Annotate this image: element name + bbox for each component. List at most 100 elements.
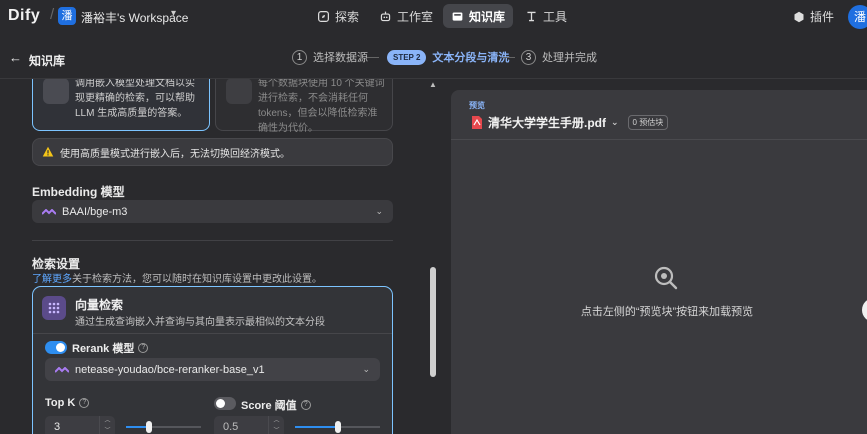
warning-text: 使用高质量模式进行嵌入后，无法切换回经济模式。 [60,148,290,160]
pdf-file-icon [472,116,482,129]
high-quality-option[interactable]: 调用嵌入模型处理文档以实现更精确的检索，可以帮助 LLM 生成高质量的答案。 [32,79,210,131]
file-name: 清华大学学生手册.pdf [488,116,606,130]
chevron-down-icon: ⌄ [362,363,370,374]
step-2-label: 文本分段与清洗 [432,52,510,64]
high-quality-desc: 调用嵌入模型处理文档以实现更精确的检索，可以帮助 LLM 生成高质量的答案。 [75,79,195,119]
learn-more-link[interactable]: 了解更多 [32,274,72,285]
stepper-arrows[interactable]: ︿ ﹀ [99,416,115,434]
topk-label-text: Top K [45,397,76,409]
nav-tools-label: 工具 [543,9,568,24]
help-icon[interactable]: ? [138,343,149,353]
nav-tools[interactable]: 工具 [517,4,575,28]
step-header: ← 知识库 1 选择数据源 STEP 2 文本分段与清洗 3 处理并完成 [0,33,867,79]
step-3-number: 3 [521,49,536,65]
chevron-down-icon: ⌄ [375,205,383,216]
warning-icon [42,146,54,157]
score-toggle[interactable] [214,397,236,410]
vector-search-card[interactable]: 向量检索 通过生成查询嵌入并查询与其向量表示最相似的文本分段 Rerank 模型… [32,286,393,434]
rerank-toggle[interactable] [45,341,67,354]
economy-option[interactable]: 每个数据块使用 10 个关键词进行检索，不会消耗任何 tokens，但会以降低检… [215,79,393,134]
plugin-button[interactable]: 插件 [793,8,834,25]
retrieval-desc-text: 关于检索方法，您可以随时在知识库设置中更改此设置。 [72,274,322,285]
vector-search-title: 向量检索 [75,298,124,312]
step-3: 3 处理并完成 [521,49,597,65]
high-quality-icon [43,79,69,104]
nav-explore[interactable]: 探索 [309,4,367,28]
compass-icon [318,10,329,22]
score-slider[interactable] [295,421,380,433]
slider-fill [295,426,338,428]
slider-thumb[interactable] [145,421,152,433]
search-icon [654,266,678,290]
step-divider [367,57,379,58]
economy-icon [226,79,252,104]
robot-icon [380,11,391,21]
retrieval-desc: 了解更多关于检索方法，您可以随时在知识库设置中更改此设置。 [32,270,322,285]
topk-label: Top K ? [45,397,90,409]
vector-search-header: 向量检索 通过生成查询嵌入并查询与其向量表示最相似的文本分段 [33,287,392,334]
scrollbar[interactable] [428,79,438,434]
embedding-label: Embedding 模型 [32,185,125,199]
model-provider-icon [42,208,56,215]
toggle-knob [56,343,65,352]
workspace-avatar[interactable]: 潘 [58,7,76,25]
settings-panel: 调用嵌入模型处理文档以实现更精确的检索，可以帮助 LLM 生成高质量的答案。 每… [0,79,422,434]
chevron-down-icon: ⌄ [611,117,619,127]
toggle-knob [216,399,225,408]
topk-slider[interactable] [126,421,201,433]
step-1-label: 选择数据源 [313,52,368,64]
nav-knowledge[interactable]: 知识库 [443,4,514,28]
step-1-number: 1 [292,49,307,65]
step-2-pill: STEP 2 [387,49,427,65]
step-1: 1 选择数据源 [292,49,368,65]
economy-desc: 每个数据块使用 10 个关键词进行检索，不会消耗任何 tokens，但会以降低检… [258,79,385,134]
preview-header: 预览 清华大学学生手册.pdf ⌄ 0 预估块 [451,90,867,140]
dify-logo[interactable]: Dify [8,7,40,25]
cube-icon [794,11,804,22]
vector-search-subtitle: 通过生成查询嵌入并查询与其向量表示最相似的文本分段 [75,317,325,328]
nav-explore-label: 探索 [335,9,360,24]
preview-label: 预览 [469,101,485,110]
plugin-label: 插件 [810,10,835,24]
rerank-model-value: netease-youdao/bce-reranker-base_v1 [75,363,265,376]
score-label: Score 阈值 ? [241,397,311,413]
step-2: STEP 2 文本分段与清洗 [387,49,509,65]
help-icon[interactable]: ? [79,398,90,408]
breadcrumb-separator: / [50,6,55,23]
help-icon[interactable]: ? [300,400,311,410]
stepper-arrows[interactable]: ︿ ﹀ [268,416,284,434]
preview-panel: 预览 清华大学学生手册.pdf ⌄ 0 预估块 点击左侧的“预览块”按钮来加载预… [451,90,867,434]
topk-input[interactable]: 3 ︿ ﹀ [45,416,115,434]
nav-knowledge-label: 知识库 [469,9,506,24]
nav-studio[interactable]: 工作室 [371,4,441,28]
chevron-down-icon[interactable]: ▾ [171,8,176,19]
top-navbar: Dify / 潘 潘裕丰's Workspace ▾ 探索 工作室 知识库 工具… [0,0,867,33]
user-avatar[interactable]: 潘 [848,5,867,29]
warning-banner: 使用高质量模式进行嵌入后，无法切换回经济模式。 [32,138,393,166]
step-divider [503,57,515,58]
rerank-label-text: Rerank 模型 [72,343,135,355]
nav-studio-label: 工作室 [397,9,434,24]
chunk-count-badge: 0 预估块 [627,115,669,130]
scroll-up-arrow-icon[interactable]: ▲ [429,80,437,89]
topk-value: 3 [54,421,61,433]
empty-preview-text: 点击左侧的“预览块”按钮来加载预览 [580,306,754,318]
model-provider-icon [55,366,69,373]
rerank-model-select[interactable]: netease-youdao/bce-reranker-base_v1 ⌄ [45,358,380,381]
step-3-label: 处理并完成 [542,52,597,64]
page-title: 知识库 [29,54,66,68]
file-selector[interactable]: 清华大学学生手册.pdf ⌄ 0 预估块 [471,114,669,131]
back-arrow-icon[interactable]: ← [9,50,22,65]
tools-icon [527,11,536,21]
embedding-model-select[interactable]: BAAI/bge-m3 ⌄ [32,200,393,223]
score-value: 0.5 [223,421,239,433]
slider-thumb[interactable] [334,421,341,433]
divider [32,240,393,241]
score-label-text: Score 阈值 [241,400,297,412]
scrollbar-thumb[interactable] [430,267,436,377]
vector-grid-icon [42,296,66,320]
embedding-model-value: BAAI/bge-m3 [62,205,128,218]
score-input[interactable]: 0.5 ︿ ﹀ [214,416,284,434]
rerank-label: Rerank 模型 ? [72,340,149,356]
book-icon [452,11,463,21]
